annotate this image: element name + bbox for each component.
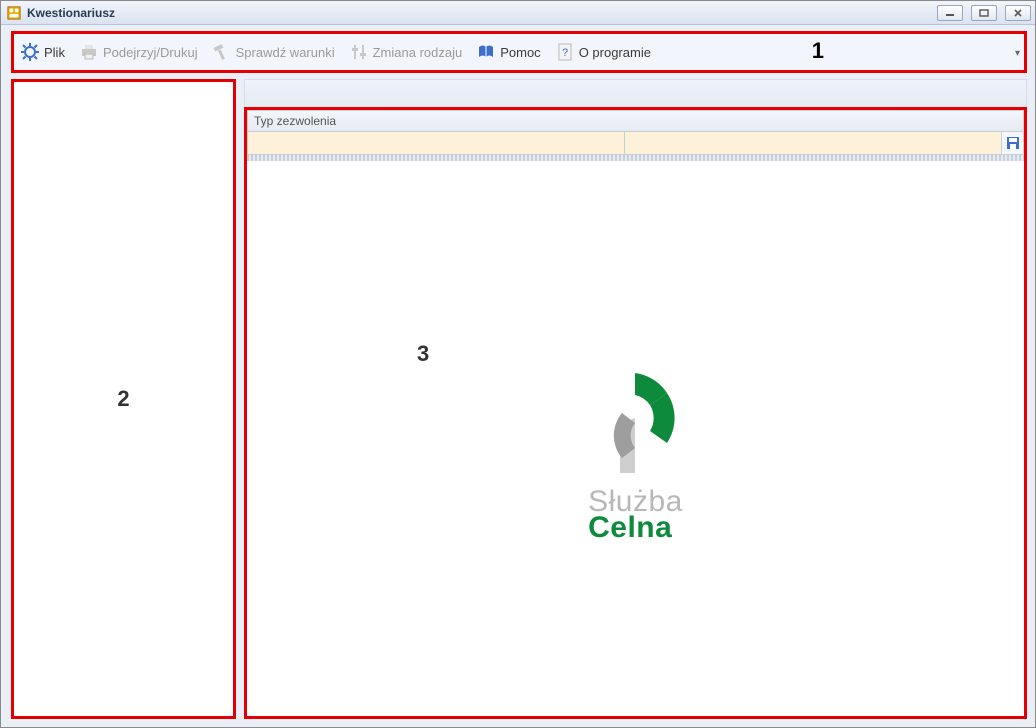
window-title: Kwestionariusz: [27, 6, 115, 20]
help-label: Pomoc: [500, 45, 540, 60]
typ-zezwolenia-header: Typ zezwolenia: [247, 110, 1024, 132]
typ-save-button[interactable]: [1001, 132, 1023, 154]
annotation-3: 3: [417, 341, 429, 367]
header-strip: [244, 79, 1027, 107]
print-preview-button[interactable]: Podejrzyj/Drukuj: [79, 42, 198, 62]
typ-zezwolenia-row: [247, 132, 1024, 155]
hammer-icon: [212, 42, 232, 62]
sluzba-celna-logo: Służba Celna: [588, 373, 683, 545]
application-window: Kwestionariusz Plik Podejrzyj/Dr: [0, 0, 1036, 728]
toolbar-overflow-icon[interactable]: ▾: [1015, 48, 1020, 59]
annotation-2: 2: [117, 386, 129, 412]
app-icon: [7, 6, 21, 20]
check-conditions-button[interactable]: Sprawdź warunki: [212, 42, 335, 62]
file-menu[interactable]: Plik: [20, 42, 65, 62]
save-icon: [1006, 136, 1020, 150]
typ-cell-1[interactable]: [248, 132, 625, 154]
about-label: O programie: [579, 45, 651, 60]
main-panel: Typ zezwolenia 3: [244, 107, 1027, 719]
typ-cell-2[interactable]: [625, 132, 1001, 154]
main-column: Typ zezwolenia 3: [244, 79, 1027, 719]
file-label: Plik: [44, 45, 65, 60]
print-label: Podejrzyj/Drukuj: [103, 45, 198, 60]
maximize-button[interactable]: [971, 5, 997, 21]
sliders-icon: [349, 42, 369, 62]
navigation-panel: 2: [11, 79, 236, 719]
change-type-button[interactable]: Zmiana rodzaju: [349, 42, 463, 62]
book-help-icon: [476, 42, 496, 62]
title-bar: Kwestionariusz: [1, 1, 1035, 25]
change-label: Zmiana rodzaju: [373, 45, 463, 60]
main-toolbar: Plik Podejrzyj/Drukuj Sprawdź warunki Zm…: [11, 31, 1027, 73]
about-button[interactable]: ? O programie: [555, 42, 651, 62]
gear-icon: [20, 42, 40, 62]
minimize-button[interactable]: [937, 5, 963, 21]
question-page-icon: ?: [555, 42, 575, 62]
sluzba-celna-mark-icon: [590, 373, 680, 473]
body-area: 2 Typ zezwolenia: [1, 79, 1035, 727]
close-button[interactable]: [1005, 5, 1031, 21]
svg-text:?: ?: [562, 47, 568, 59]
logo-text-line2: Celna: [588, 511, 683, 545]
check-label: Sprawdź warunki: [236, 45, 335, 60]
printer-icon: [79, 42, 99, 62]
annotation-1: 1: [812, 38, 824, 64]
content-area: 3 Służba Celna: [247, 161, 1024, 716]
help-button[interactable]: Pomoc: [476, 42, 540, 62]
